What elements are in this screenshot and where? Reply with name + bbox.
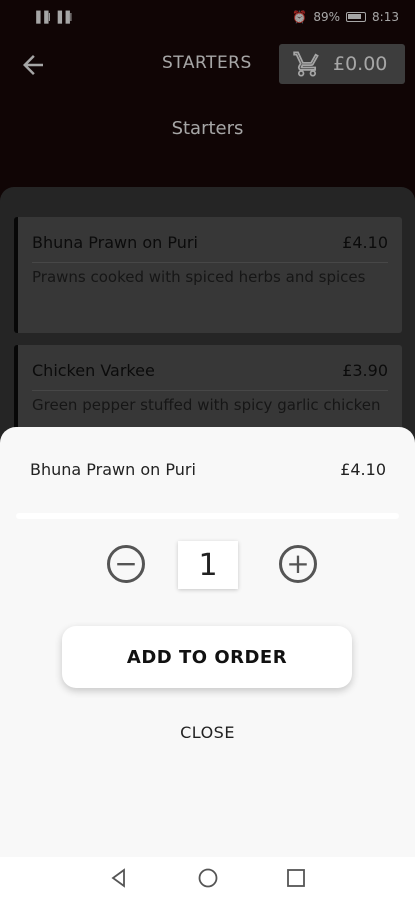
nav-recent-button[interactable] (285, 867, 307, 889)
square-recent-icon (287, 869, 305, 887)
sheet-item-row: Bhuna Prawn on Puri £4.10 (30, 460, 386, 479)
decrease-quantity-button[interactable]: − (107, 545, 145, 583)
minus-circle-icon: − (114, 547, 138, 580)
plus-circle-icon: + (286, 547, 310, 580)
nav-back-button[interactable] (108, 867, 130, 889)
add-to-order-button[interactable]: ADD TO ORDER (62, 626, 352, 688)
quantity-field[interactable]: 1 (178, 541, 238, 589)
sheet-item-price: £4.10 (340, 460, 386, 479)
nav-home-button[interactable] (197, 867, 219, 889)
system-nav-bar (0, 857, 415, 900)
sheet-item-name: Bhuna Prawn on Puri (30, 460, 196, 479)
triangle-back-icon (111, 868, 125, 888)
divider (16, 513, 399, 519)
close-button[interactable]: CLOSE (0, 723, 415, 742)
increase-quantity-button[interactable]: + (279, 545, 317, 583)
circle-home-icon (198, 868, 218, 888)
